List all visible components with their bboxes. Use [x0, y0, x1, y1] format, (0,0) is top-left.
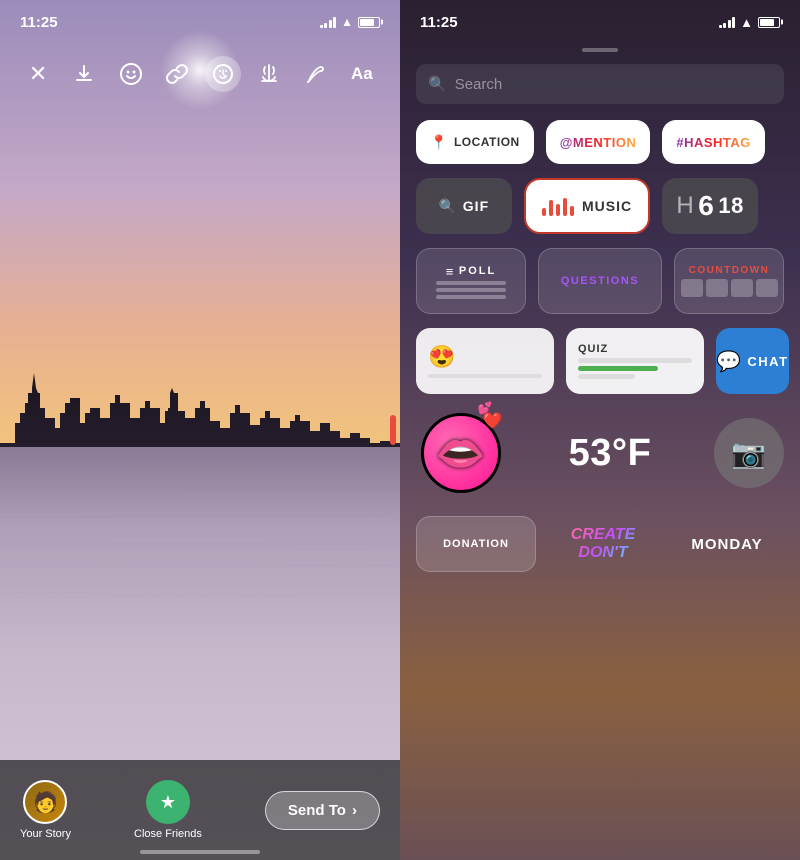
send-to-label: Send To [288, 802, 346, 819]
audio-button[interactable] [251, 56, 287, 92]
hashtag-sticker[interactable]: #HASHTAG [662, 120, 765, 164]
avatar: 🧑 [23, 780, 67, 824]
create-dont-sticker[interactable]: CREATEDON'T [548, 516, 658, 572]
sticker-grid: 📍 LOCATION @MENTION #HASHTAG 🔍 GIF [400, 120, 800, 860]
story-bottom-bar: 🧑 Your Story ★ Close Friends Send To › [0, 760, 400, 860]
poll-sticker[interactable]: ≡ POLL [416, 248, 526, 314]
search-placeholder: Search [455, 76, 503, 93]
wifi-icon: ▲ [341, 15, 353, 29]
location-label: LOCATION [454, 135, 520, 149]
sticker-row-4: 😍 QUIZ 💬 CHAT [416, 328, 784, 394]
location-icon: 📍 [430, 134, 448, 151]
sticker-picker-panel: 11:25 ▲ 🔍 Search [400, 0, 800, 860]
quiz-bars [578, 358, 692, 379]
chat-label: CHAT [747, 354, 788, 369]
your-story-option[interactable]: 🧑 Your Story [20, 780, 71, 840]
sticker-row-1: 📍 LOCATION @MENTION #HASHTAG [416, 120, 784, 164]
create-dont-label: CREATEDON'T [571, 526, 636, 561]
gif-label: GIF [463, 198, 489, 214]
sticker-row-6: DONATION CREATEDON'T MONDAY [416, 516, 784, 572]
slider-emoji: 😍 [428, 344, 456, 370]
signal-icon [320, 16, 337, 28]
sticker-button[interactable] [205, 56, 241, 92]
countdown-label: COUNTDOWN [689, 265, 770, 276]
chat-bubble-icon: 💬 [716, 349, 741, 374]
send-to-arrow: › [352, 802, 357, 819]
right-status-icons: ▲ [719, 15, 780, 30]
sticker-row-3: ≡ POLL QUESTIONS COUNTDOWN [416, 248, 784, 314]
close-button[interactable]: ✕ [20, 56, 56, 92]
mention-sticker[interactable]: @MENTION [546, 120, 651, 164]
dice-sticker[interactable]: H 6 18 [662, 178, 758, 234]
slider-track [428, 374, 542, 378]
poll-lines [436, 281, 506, 299]
story-toolbar: ✕ [0, 44, 400, 104]
close-friends-option[interactable]: ★ Close Friends [134, 780, 202, 840]
music-label: MUSIC [582, 198, 632, 214]
monday-sticker[interactable]: MONDAY [670, 516, 784, 572]
right-signal-icon [719, 16, 736, 28]
mention-label: @MENTION [560, 135, 637, 150]
right-panel-content: 11:25 ▲ 🔍 Search [400, 0, 800, 860]
sticker-row-2: 🔍 GIF MUSIC H 6 [416, 178, 784, 234]
location-sticker[interactable]: 📍 LOCATION [416, 120, 534, 164]
music-bars-icon [542, 196, 574, 216]
emoji-button[interactable] [113, 56, 149, 92]
hashtag-label: #HASHTAG [676, 135, 751, 150]
poll-lines-icon: ≡ [446, 264, 454, 279]
sticker-row-5: 👄 ❤️ 💕 53°F 📷 [416, 408, 784, 498]
right-status-time: 11:25 [420, 14, 458, 31]
quiz-sticker[interactable]: QUIZ [566, 328, 704, 394]
mouth-sticker-visual: 👄 ❤️ 💕 [421, 413, 501, 493]
donation-label: DONATION [443, 538, 509, 550]
send-to-button[interactable]: Send To › [265, 791, 380, 830]
temperature-label: 53°F [569, 432, 652, 475]
countdown-sticker[interactable]: COUNTDOWN [674, 248, 784, 314]
temperature-sticker[interactable]: 53°F [518, 408, 702, 498]
search-icon: 🔍 [428, 75, 447, 93]
link-button[interactable] [159, 56, 195, 92]
poll-label: POLL [459, 265, 496, 277]
chat-sticker[interactable]: 💬 CHAT [716, 328, 789, 394]
quiz-label: QUIZ [578, 343, 608, 355]
camera-icon: 📷 [731, 437, 766, 470]
right-status-bar: 11:25 ▲ [400, 0, 800, 44]
story-editor-panel: 11:25 ▲ ✕ [0, 0, 400, 860]
right-wifi-icon: ▲ [740, 15, 753, 30]
gif-sticker[interactable]: 🔍 GIF [416, 178, 512, 234]
right-battery-icon [758, 17, 780, 28]
battery-icon [358, 17, 380, 28]
emoji-slider-sticker[interactable]: 😍 [416, 328, 554, 394]
search-bar[interactable]: 🔍 Search [416, 64, 784, 104]
donation-sticker[interactable]: DONATION [416, 516, 536, 572]
poll-header: ≡ POLL [446, 264, 496, 279]
draw-button[interactable] [298, 56, 334, 92]
your-story-label: Your Story [20, 828, 71, 840]
close-friends-icon: ★ [146, 780, 190, 824]
story-image [0, 0, 400, 860]
questions-sticker[interactable]: QUESTIONS [538, 248, 662, 314]
mouth-sticker[interactable]: 👄 ❤️ 💕 [416, 408, 506, 498]
countdown-blocks [681, 279, 778, 297]
download-button[interactable] [66, 56, 102, 92]
dice-display: H 6 18 [676, 190, 743, 222]
home-indicator-left [140, 850, 260, 854]
left-status-icons: ▲ [320, 15, 380, 29]
camera-sticker[interactable]: 📷 [714, 418, 784, 488]
bottom-spacer [416, 586, 784, 606]
left-status-time: 11:25 [20, 14, 58, 31]
questions-label: QUESTIONS [561, 275, 639, 287]
red-marker [390, 415, 396, 445]
monday-label: MONDAY [691, 536, 762, 553]
close-friends-label: Close Friends [134, 828, 202, 840]
text-button[interactable]: Aa [344, 56, 380, 92]
left-status-bar: 11:25 ▲ [0, 0, 400, 44]
search-small-icon: 🔍 [439, 198, 457, 215]
music-sticker[interactable]: MUSIC [524, 178, 650, 234]
sheet-handle [582, 48, 618, 52]
